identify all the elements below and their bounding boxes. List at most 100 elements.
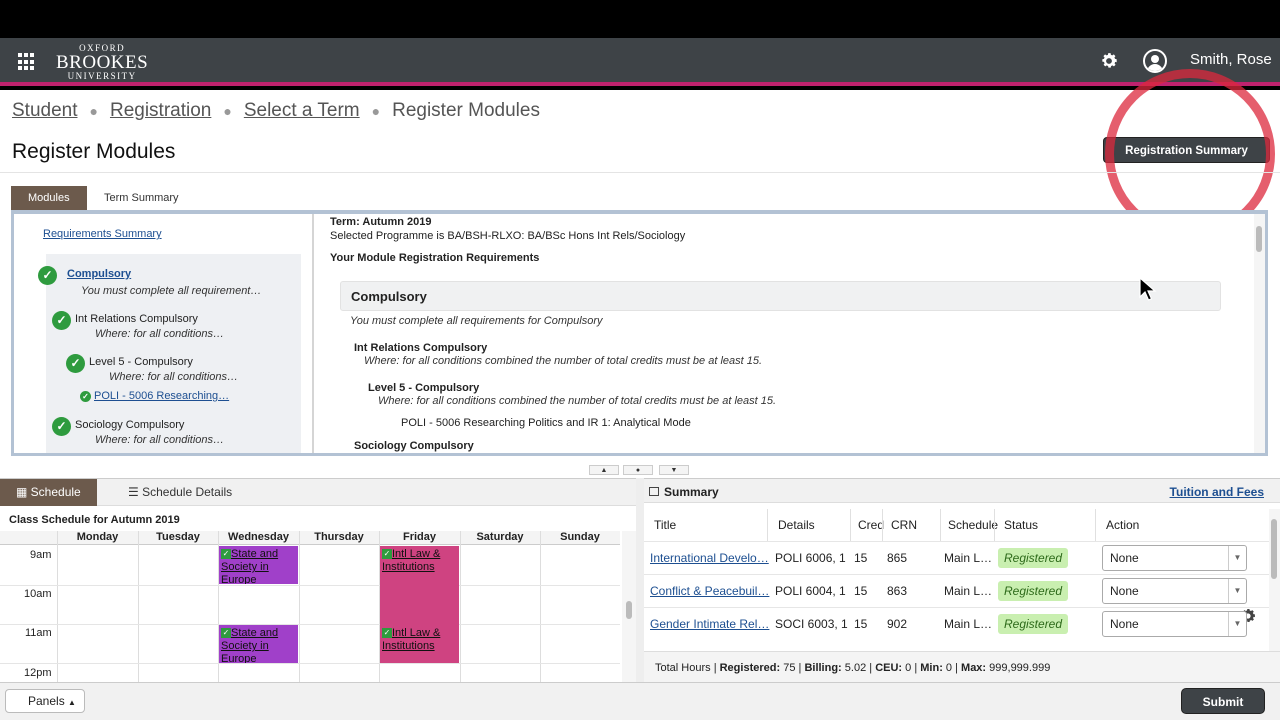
tab-schedule[interactable]: ▦ Schedule [0,479,97,506]
column-header[interactable]: Details [778,518,815,532]
ir-desc: Where: for all conditions combined the n… [364,355,763,367]
req-item-compulsory[interactable]: Compulsory [67,268,131,280]
level5-desc: Where: for all conditions combined the n… [378,395,777,407]
requirements-heading: Your Module Registration Requirements [330,252,540,264]
day-header: Friday [379,531,460,545]
action-value: None [1110,617,1139,631]
tab-modules[interactable]: Modules [11,186,87,210]
time-label: 9am [30,549,52,561]
column-header[interactable]: Action [1106,518,1139,532]
splitter-handle-icon[interactable]: ● [623,465,653,475]
action-select[interactable]: None ▼ [1102,611,1247,637]
check-icon: ✓ [80,391,91,402]
apps-grid-icon[interactable] [18,53,36,71]
page-title: Register Modules [12,140,176,163]
requirements-details: Term: Autumn 2019 Selected Programme is … [318,214,1252,453]
status-badge: Registered [998,614,1069,634]
column-header[interactable]: CRN [891,518,917,532]
module-credits: 15 [854,584,868,598]
mouse-cursor-icon [1139,277,1157,301]
calendar-icon: ▦ [16,485,31,499]
table-row: Conflict & Peacebuil… POLI 6004, 1 15 86… [644,574,1269,607]
collapse-up-icon[interactable]: ▲ [589,465,619,475]
module-schedule: Main L… [944,617,993,631]
module-title-link[interactable]: Conflict & Peacebuil… [650,584,769,598]
ir-heading: Int Relations Compulsory [354,342,488,354]
sociology-heading: Sociology Compulsory [354,440,474,452]
ceu-value: 0 [905,662,912,674]
university-logo[interactable]: OXFORD BROOKES UNIVERSITY [56,44,148,81]
registered-value: 75 [783,662,796,674]
breadcrumb: Student ● Registration ● Select a Term ● Regis… [12,100,540,121]
summary-header: Summary Tuition and Fees [644,479,1280,503]
logo-line-3: UNIVERSITY [67,71,137,81]
weekly-calendar: Monday Tuesday Wednesday Thursday Friday… [0,531,620,683]
req-item-poli5006[interactable]: POLI - 5006 Researching… [94,390,229,402]
req-item-ir: Int Relations Compulsory [75,313,198,325]
req-item-desc: You must complete all requirement… [81,285,262,297]
breadcrumb-select-term[interactable]: Select a Term [244,100,360,121]
tuition-fees-link[interactable]: Tuition and Fees [1170,485,1264,499]
requirements-summary-link[interactable]: Requirements Summary [43,228,162,240]
module-details: POLI 6004, 1 [775,584,846,598]
time-label: 10am [24,588,52,600]
module-details: SOCI 6003, 1 [775,617,848,631]
chevron-down-icon: ▼ [1228,546,1246,570]
tab-schedule-details-label: Schedule Details [142,485,233,499]
action-value: None [1110,584,1139,598]
user-name[interactable]: Smith, Rose [1190,51,1272,68]
level5-heading: Level 5 - Compulsory [368,382,480,394]
gear-icon[interactable] [1099,51,1119,71]
collapse-down-icon[interactable]: ▼ [659,465,689,475]
breadcrumb-student[interactable]: Student [12,100,78,121]
vertical-divider[interactable] [636,478,644,682]
schedule-event[interactable]: ✓ State and Society in Europe [219,625,298,663]
details-scrollbar[interactable] [1254,214,1265,453]
schedule-event[interactable]: ✓ Intl Law & Institutions [380,625,459,663]
check-icon: ✓ [52,311,71,330]
total-hours-bar: Total Hours | Registered: 75 | Billing: … [644,651,1280,683]
user-avatar-icon[interactable] [1143,49,1167,73]
check-icon: ✓ [52,417,71,436]
column-header[interactable]: Cred [858,518,884,532]
column-header[interactable]: Title [654,518,676,532]
column-header[interactable]: Status [1004,518,1038,532]
action-select[interactable]: None ▼ [1102,578,1247,604]
check-icon: ✓ [38,266,57,285]
module-credits: 15 [854,551,868,565]
summary-icon [649,487,659,496]
schedule-scrollbar[interactable] [622,531,636,683]
divider [0,172,1280,173]
summary-scrollbar[interactable] [1269,509,1280,651]
status-badge: Registered [998,581,1069,601]
breadcrumb-registration[interactable]: Registration [110,100,211,121]
req-item-desc: Where: for all conditions… [95,434,224,446]
module-details: POLI 6006, 1 [775,551,846,565]
module-title-link[interactable]: International Develo… [650,551,769,565]
module-title-link[interactable]: Gender Intimate Rel… [650,617,769,631]
check-icon: ✓ [66,354,85,373]
check-icon: ✓ [221,628,231,638]
action-select[interactable]: None ▼ [1102,545,1247,571]
submit-button[interactable]: Submit [1181,688,1265,714]
tab-term-summary[interactable]: Term Summary [87,186,196,210]
module-credits: 15 [854,617,868,631]
day-header: Monday [57,531,138,545]
schedule-panel: ▦ Schedule ☰ Schedule Details Class Sche… [0,478,636,683]
time-label: 11am [25,627,52,639]
req-item-desc: Where: for all conditions… [109,371,238,383]
footer-bar: Panels ▲ Submit [0,682,1280,720]
term-label: Term: Autumn 2019 [330,216,432,228]
column-header[interactable]: Schedule [948,518,998,532]
caret-up-icon: ▲ [68,698,76,707]
module-crn: 865 [887,551,908,565]
schedule-event[interactable]: ✓ State and Society in Europe [219,546,298,584]
day-header: Saturday [460,531,540,545]
logo-line-2: BROOKES [56,52,149,73]
schedule-tabs: ▦ Schedule ☰ Schedule Details [0,479,636,506]
requirements-tree: ✓ Compulsory You must complete all requi… [38,254,301,453]
panels-button[interactable]: Panels ▲ [5,689,85,713]
check-icon: ✓ [382,628,392,638]
tab-schedule-details[interactable]: ☰ Schedule Details [112,479,232,506]
module-crn: 863 [887,584,908,598]
